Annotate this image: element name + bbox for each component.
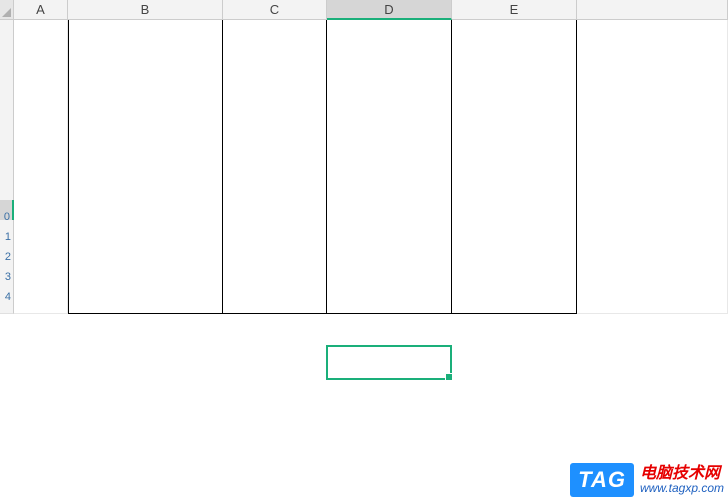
cell[interactable] (14, 280, 68, 314)
cell[interactable] (68, 280, 223, 314)
watermark-tag: TAG (570, 463, 634, 497)
col-header-A[interactable]: A (14, 0, 68, 20)
cell[interactable] (452, 280, 577, 314)
cell[interactable] (577, 280, 728, 314)
active-cell-outline (326, 345, 452, 380)
cell[interactable] (223, 280, 327, 314)
col-header-B[interactable]: B (68, 0, 223, 20)
row-header[interactable]: 4 (0, 280, 14, 314)
col-header-C[interactable]: C (223, 0, 327, 20)
col-header-F[interactable] (577, 0, 728, 20)
watermark: TAG 电脑技术网 www.tagxp.com (570, 463, 724, 497)
cell[interactable] (327, 280, 452, 314)
watermark-title: 电脑技术网 (640, 465, 724, 483)
col-header-E[interactable]: E (452, 0, 577, 20)
watermark-text: 电脑技术网 www.tagxp.com (640, 465, 724, 496)
watermark-url: www.tagxp.com (640, 482, 724, 495)
spreadsheet-grid[interactable]: A B C D E 0 1 2 3 4 (0, 0, 728, 300)
col-header-D[interactable]: D (327, 0, 452, 20)
select-all-corner[interactable] (0, 0, 14, 20)
